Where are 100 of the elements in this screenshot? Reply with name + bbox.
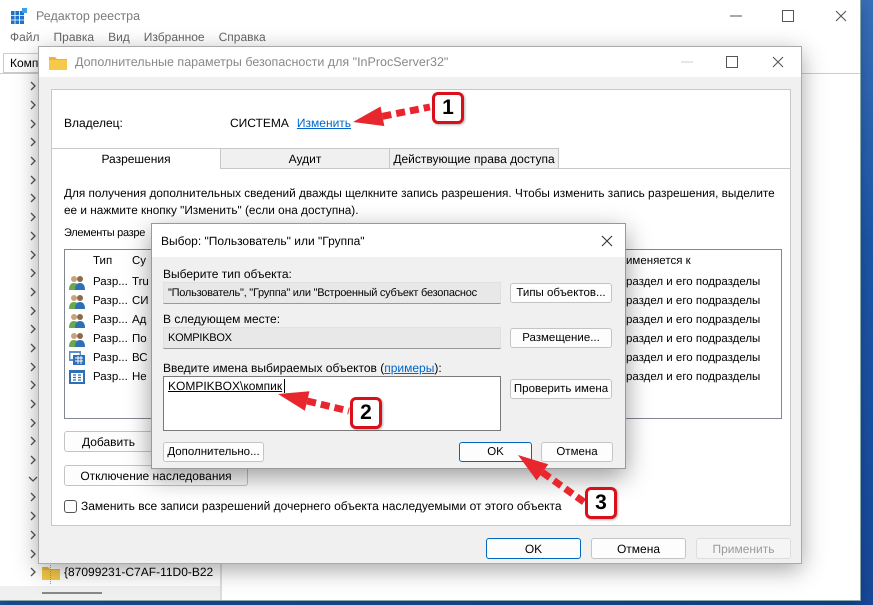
change-link[interactable]: Изменить — [296, 116, 352, 130]
step-number: 3 — [585, 487, 617, 519]
collapsed-chevron-icon[interactable] — [28, 250, 38, 260]
field-label: Введите имена выбираемых объектов (примеры): — [163, 360, 442, 374]
menu-item[interactable]: Справка — [218, 31, 266, 44]
windows-icon — [69, 350, 85, 366]
object-type-field: "Пользователь", "Группа" или "Встроенный субъект безопаснос — [163, 282, 501, 304]
collapsed-chevron-icon[interactable] — [28, 342, 38, 353]
add-button[interactable]: Добавить — [64, 431, 153, 452]
cancel-button[interactable]: Отмена — [541, 442, 613, 462]
location-button[interactable]: Размещение... — [510, 328, 612, 348]
collapsed-chevron-icon[interactable] — [28, 156, 38, 166]
disable-inheritance-button[interactable]: Отключение наследования — [64, 465, 248, 486]
column-header[interactable]: Тип — [93, 255, 132, 267]
tab[interactable]: Действующие права доступа — [389, 148, 559, 168]
maximize-icon[interactable] — [782, 10, 794, 22]
callout-arrow — [278, 391, 350, 414]
collapsed-chevron-icon[interactable] — [28, 492, 38, 502]
field-label: Владелец: — [64, 116, 124, 130]
collapsed-chevron-icon[interactable] — [28, 399, 38, 410]
cancel-button[interactable]: Отмена — [591, 538, 686, 559]
table-cell-text: Разр... — [93, 314, 129, 326]
tree-item[interactable]: {87099231-C7AF-11D0-B22 — [64, 565, 214, 580]
table-cell: ВС — [132, 352, 148, 364]
column-header[interactable]: именяется к — [626, 255, 691, 267]
collapsed-chevron-icon[interactable] — [28, 118, 38, 129]
users-icon — [69, 312, 85, 328]
folder-icon — [49, 54, 67, 70]
collapsed-chevron-icon[interactable] — [28, 137, 38, 148]
tab[interactable]: Разрешения — [51, 148, 221, 169]
collapsed-chevron-icon[interactable] — [28, 306, 38, 316]
dialog-title: Выбор: "Пользователь" или "Группа" — [161, 234, 365, 248]
owner-name: СИСТЕМА — [230, 116, 289, 130]
maximize-icon[interactable] — [726, 56, 738, 68]
expanded-chevron-icon[interactable] — [28, 474, 38, 484]
step-number: 1 — [432, 92, 464, 124]
users-icon — [69, 330, 85, 346]
menu-item[interactable]: Вид — [108, 31, 130, 44]
table-cell: Ад — [132, 314, 146, 326]
window-title: Дополнительные параметры безопасности для "InProcServer32" — [75, 55, 448, 69]
column-header[interactable]: Су — [132, 255, 146, 267]
menu-item[interactable]: Правка — [54, 31, 94, 44]
collapsed-chevron-icon[interactable] — [28, 324, 38, 334]
table-cell: раздел и его подразделы — [626, 314, 760, 326]
collapsed-chevron-icon[interactable] — [28, 511, 38, 522]
checkbox[interactable] — [64, 500, 77, 512]
advanced-button[interactable]: Дополнительно... — [163, 442, 264, 462]
object-types-button[interactable]: Типы объектов... — [510, 283, 612, 303]
menu-item[interactable]: Избранное — [144, 31, 205, 44]
tab[interactable]: Аудит — [220, 148, 390, 168]
table-cell: Не — [132, 370, 147, 382]
collapsed-chevron-icon[interactable] — [28, 362, 38, 372]
collapsed-chevron-icon[interactable] — [28, 380, 38, 390]
table-cell: СИ — [132, 294, 149, 306]
collapsed-chevron-icon[interactable] — [28, 212, 38, 222]
table-cell: По — [132, 332, 147, 344]
location-field: KOMPIKBOX — [163, 327, 501, 349]
field-label: Выберите тип объекта: — [163, 266, 293, 282]
checkbox-label: Заменить все записи разрешений дочернего объекта наследуемыми от этого объекта — [81, 499, 562, 513]
table-cell-text: Разр... — [93, 276, 129, 288]
window-grid-icon — [69, 368, 85, 384]
collapsed-chevron-icon[interactable] — [28, 193, 38, 204]
folder-icon — [42, 564, 60, 580]
table-cell-text: Разр... — [93, 294, 129, 306]
collapsed-chevron-icon[interactable] — [28, 286, 38, 297]
collapsed-chevron-icon[interactable] — [28, 268, 38, 278]
ok-button[interactable]: OK — [459, 442, 532, 462]
table-cell-text: Разр... — [93, 370, 129, 382]
collapsed-chevron-icon[interactable] — [28, 548, 38, 559]
close-icon[interactable] — [771, 55, 785, 69]
description-text: Для получения дополнительных сведений дважды щелкните запись разрешения. Чтобы изменить запись разрешения, выделите ее и нажмите кнопку "Изменить" (если она доступна). — [64, 185, 775, 219]
collapsed-chevron-icon[interactable] — [28, 418, 38, 428]
close-icon[interactable] — [600, 234, 614, 248]
collapsed-chevron-icon[interactable] — [28, 567, 38, 578]
check-names-button[interactable]: Проверить имена — [510, 379, 612, 399]
users-icon — [69, 274, 85, 290]
close-icon[interactable] — [834, 8, 848, 22]
registry-grid-icon — [11, 8, 27, 24]
ok-button[interactable]: OK — [486, 538, 581, 559]
collapsed-chevron-icon[interactable] — [28, 455, 38, 466]
list-label: Элементы разре — [64, 227, 146, 241]
table-cell-text: Разр... — [93, 352, 129, 364]
table-cell: раздел и его подразделы — [626, 370, 760, 382]
table-cell: раздел и его подразделы — [626, 332, 760, 344]
collapsed-chevron-icon[interactable] — [28, 81, 38, 92]
collapsed-chevron-icon[interactable] — [28, 530, 38, 540]
menu-item[interactable]: Файл — [10, 31, 40, 44]
examples-link[interactable]: примеры — [384, 360, 434, 374]
table-cell: раздел и его подразделы — [626, 294, 760, 306]
table-cell: раздел и его подразделы — [626, 352, 760, 364]
step-number: 2 — [350, 397, 382, 429]
collapsed-chevron-icon[interactable] — [28, 100, 38, 110]
collapsed-chevron-icon[interactable] — [28, 174, 38, 185]
users-icon — [69, 292, 85, 308]
table-cell-text: Разр... — [93, 332, 129, 344]
collapsed-chevron-icon[interactable] — [28, 436, 38, 446]
field-label: В следующем месте: — [163, 310, 282, 327]
table-cell: Tru — [132, 276, 149, 288]
window-title: Редактор реестра — [36, 8, 140, 22]
collapsed-chevron-icon[interactable] — [28, 230, 38, 241]
